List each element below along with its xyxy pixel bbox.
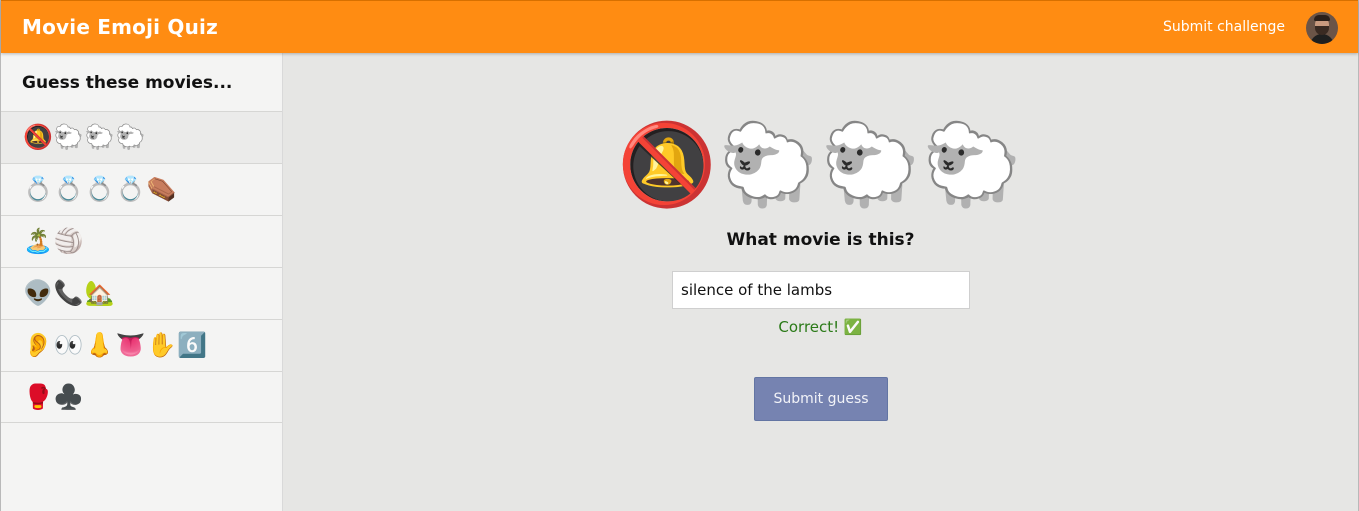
movie-item-cast-away[interactable]: 🏝️🏐 bbox=[1, 215, 282, 267]
movie-item-silence-of-the-lambs[interactable]: 🔕🐑🐑🐑 bbox=[1, 111, 282, 163]
user-avatar[interactable] bbox=[1306, 12, 1338, 44]
sidebar: Guess these movies... 🔕🐑🐑🐑 💍💍💍💍⚰️ 🏝️🏐 👽📞… bbox=[1, 53, 283, 511]
avatar-body bbox=[1310, 34, 1334, 44]
movie-item-sixth-sense[interactable]: 👂👀👃👅✋6️⃣ bbox=[1, 319, 282, 371]
avatar-hair bbox=[1314, 15, 1330, 21]
app-window: Movie Emoji Quiz Submit challenge Guess … bbox=[0, 0, 1359, 511]
movie-list: 🔕🐑🐑🐑 💍💍💍💍⚰️ 🏝️🏐 👽📞🏡 👂👀👃👅✋6️⃣ 🥊♣️ bbox=[1, 111, 282, 423]
quiz-question: What movie is this? bbox=[726, 230, 915, 250]
submit-challenge-link[interactable]: Submit challenge bbox=[1163, 19, 1285, 35]
quiz-panel: 🔕🐑🐑🐑 What movie is this? Correct! ✅ Subm… bbox=[283, 53, 1358, 511]
answer-input[interactable] bbox=[672, 271, 970, 309]
app-title[interactable]: Movie Emoji Quiz bbox=[22, 15, 218, 39]
sidebar-heading: Guess these movies... bbox=[1, 53, 282, 111]
movie-item-fight-club[interactable]: 🥊♣️ bbox=[1, 371, 282, 423]
avatar-beard bbox=[1315, 26, 1329, 35]
top-navbar: Movie Emoji Quiz Submit challenge bbox=[1, 0, 1358, 53]
movie-item-et[interactable]: 👽📞🏡 bbox=[1, 267, 282, 319]
result-message: Correct! ✅ bbox=[778, 318, 863, 336]
movie-item-four-weddings[interactable]: 💍💍💍💍⚰️ bbox=[1, 163, 282, 215]
submit-guess-button[interactable]: Submit guess bbox=[754, 377, 888, 421]
quiz-emoji-clue: 🔕🐑🐑🐑 bbox=[617, 118, 1024, 211]
